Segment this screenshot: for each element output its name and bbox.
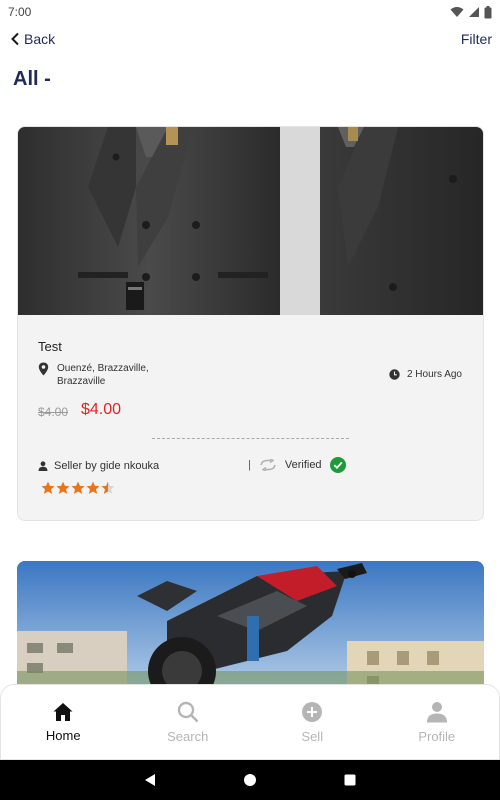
- product-title: Test: [38, 339, 62, 354]
- star-icon: [41, 481, 55, 494]
- verified-label: Verified: [284, 459, 322, 471]
- location-row: Ouenzé, Brazzaville, Brazzaville: [38, 362, 167, 388]
- product-card[interactable]: Test Ouenzé, Brazzaville, Brazzaville 2 …: [17, 126, 484, 521]
- system-home-icon[interactable]: [243, 773, 257, 787]
- seller-name: Seller by gide nkouka: [54, 460, 160, 472]
- divider: [152, 438, 349, 439]
- star-icon: [86, 481, 100, 494]
- filter-button[interactable]: Filter: [461, 31, 492, 47]
- home-icon: [53, 702, 73, 721]
- product-location: Ouenzé, Brazzaville, Brazzaville: [57, 363, 149, 387]
- motorcycle-photo: [17, 561, 484, 701]
- nav-profile-label: Profile: [418, 728, 456, 744]
- page-title: All -: [13, 68, 51, 90]
- person-icon: [426, 701, 447, 722]
- clock-icon: [389, 369, 400, 380]
- top-bar: Back Filter: [0, 24, 500, 54]
- nav-profile[interactable]: Profile: [387, 701, 487, 744]
- wifi-icon: [450, 7, 464, 17]
- cellular-icon: [469, 7, 479, 17]
- product-card-2[interactable]: [17, 561, 484, 701]
- back-button[interactable]: Back: [10, 31, 55, 47]
- location-pin-icon: [38, 362, 49, 376]
- star-icon: [101, 481, 115, 494]
- system-back-icon[interactable]: [143, 773, 157, 787]
- user-icon: [38, 461, 48, 471]
- product-details: Test Ouenzé, Brazzaville, Brazzaville 2 …: [18, 315, 483, 520]
- chevron-left-icon: [11, 32, 19, 46]
- nav-home[interactable]: Home: [13, 702, 113, 743]
- verified-check-icon: [329, 457, 346, 473]
- nav-search[interactable]: Search: [138, 701, 238, 744]
- star-icon: [56, 481, 70, 494]
- nav-search-label: Search: [167, 728, 209, 744]
- status-time: 7:00: [8, 5, 32, 19]
- nav-sell-label: Sell: [301, 728, 324, 744]
- plus-circle-icon: [302, 701, 323, 722]
- separator: |: [248, 459, 251, 471]
- time-row: 2 Hours Ago: [389, 369, 462, 380]
- seller-row: Seller by gide nkouka: [38, 460, 159, 472]
- battery-icon: [484, 5, 492, 18]
- status-icons: [450, 5, 492, 19]
- back-label: Back: [24, 31, 56, 47]
- star-icon: [71, 481, 85, 494]
- product-image[interactable]: [18, 127, 483, 315]
- system-recents-icon[interactable]: [343, 773, 357, 787]
- sync-icon: [260, 459, 276, 471]
- star-rating: [41, 481, 115, 495]
- search-icon: [177, 701, 199, 722]
- nav-sell[interactable]: Sell: [262, 701, 362, 744]
- status-bar: 7:00: [0, 0, 500, 24]
- system-nav-bar: [0, 760, 500, 800]
- time-ago: 2 Hours Ago: [406, 369, 462, 380]
- verified-row: | Verified: [248, 457, 346, 473]
- old-price: $4.00: [38, 405, 69, 419]
- bottom-nav: Home Search Sell Profile: [0, 684, 500, 760]
- nav-home-label: Home: [45, 727, 81, 743]
- price: $4.00: [81, 401, 122, 418]
- suit-photo: [18, 127, 483, 315]
